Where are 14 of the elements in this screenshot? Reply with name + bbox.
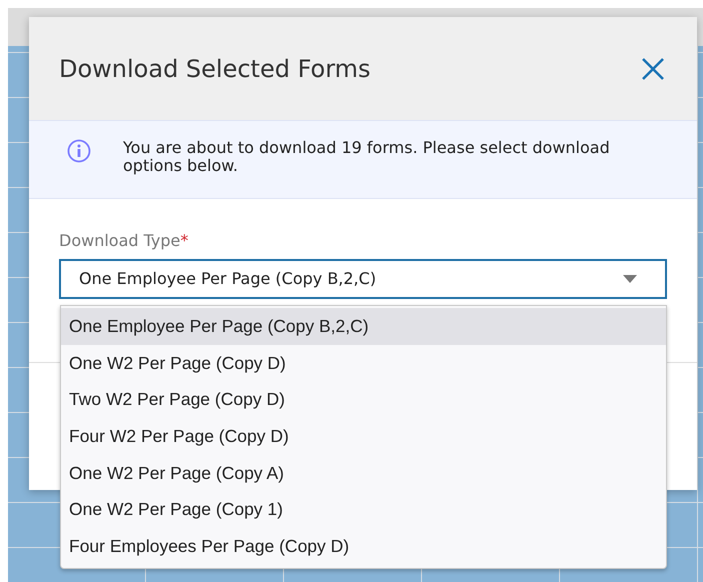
- dropdown-option[interactable]: One W2 Per Page (Copy D): [61, 344, 666, 382]
- dropdown-option[interactable]: Two W2 Per Page (Copy D): [61, 381, 666, 418]
- dropdown-option[interactable]: One W2 Per Page (Copy 1): [61, 490, 666, 528]
- field-label: Download Type: [59, 230, 180, 252]
- info-message: You are about to download 19 forms. Please select download options below.: [123, 139, 611, 176]
- dropdown-option[interactable]: Four W2 Per Page (Copy D): [61, 418, 666, 454]
- dropdown-option[interactable]: Four Employees Per Page (Copy D): [61, 528, 666, 564]
- download-type-select[interactable]: One Employee Per Page (Copy B,2,C): [59, 259, 667, 299]
- caret-icon: [623, 275, 637, 283]
- required-mark: *: [180, 230, 188, 252]
- dialog-title: Download Selected Forms: [59, 54, 371, 84]
- info-icon: [67, 139, 91, 163]
- dropdown-option[interactable]: One W2 Per Page (Copy A): [61, 454, 666, 491]
- dropdown-option[interactable]: One Employee Per Page (Copy B,2,C): [61, 308, 666, 345]
